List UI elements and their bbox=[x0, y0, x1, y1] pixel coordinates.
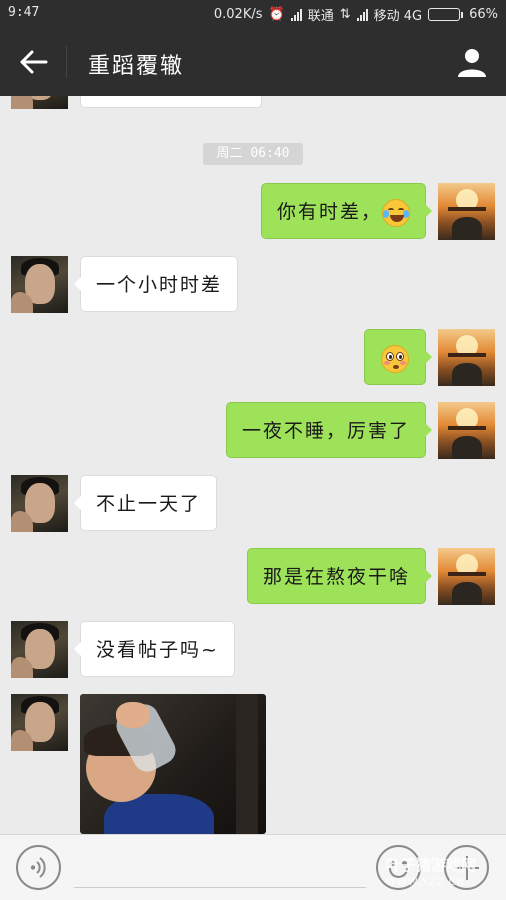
friend-avatar[interactable] bbox=[11, 694, 68, 751]
flushed-face-emoji-icon bbox=[381, 344, 409, 373]
friend-avatar[interactable] bbox=[11, 256, 68, 313]
message-bubble-incoming[interactable]: 不止一天了 bbox=[73, 475, 218, 531]
message-text: 一个小时时差 bbox=[96, 274, 223, 296]
friend-avatar[interactable] bbox=[11, 621, 68, 678]
battery-icon bbox=[428, 8, 464, 21]
back-arrow-icon[interactable] bbox=[18, 48, 50, 76]
message-bubble-outgoing[interactable]: 一夜不睡，厉害了 bbox=[225, 402, 433, 458]
header-divider bbox=[66, 46, 67, 78]
message-bubble-outgoing[interactable]: 那是在熬夜干啥 bbox=[246, 548, 433, 604]
person-icon[interactable] bbox=[456, 46, 488, 78]
chat-title: 重蹈覆辙 bbox=[88, 54, 185, 79]
signal-icon bbox=[290, 8, 302, 21]
message-text: 那是在熬夜干啥 bbox=[262, 566, 410, 588]
friend-avatar[interactable] bbox=[11, 475, 68, 532]
my-avatar[interactable] bbox=[438, 402, 495, 459]
friend-avatar[interactable] bbox=[11, 96, 68, 109]
data-arrows-icon: ⇅ bbox=[339, 7, 351, 22]
message-text: 不止一天了 bbox=[96, 493, 202, 515]
my-avatar[interactable] bbox=[438, 183, 495, 240]
plus-icon[interactable] bbox=[444, 845, 489, 890]
alarm-icon: ⏰ bbox=[268, 7, 285, 22]
message-input[interactable] bbox=[74, 887, 366, 888]
signal-icon-2 bbox=[356, 8, 368, 21]
message-text: 没看帖子吗~ bbox=[96, 639, 219, 661]
message-text: 一夜不睡，厉害了 bbox=[241, 420, 410, 442]
my-avatar[interactable] bbox=[438, 548, 495, 605]
status-right-cluster: 0.02K/s ⏰ 联通 ⇅ 移动 4G 66% bbox=[214, 5, 498, 24]
tears-of-joy-emoji-icon bbox=[382, 198, 410, 227]
message-text: 你有时差， bbox=[276, 201, 382, 223]
chat-header: 重蹈覆辙 bbox=[0, 28, 506, 96]
emoji-icon[interactable] bbox=[376, 845, 421, 890]
carrier-1: 联通 bbox=[307, 9, 334, 24]
message-bubble-incoming[interactable]: 一个小时时差 bbox=[73, 256, 239, 312]
message-bubble-outgoing[interactable] bbox=[364, 329, 432, 385]
status-bar: 9:47 0.02K/s ⏰ 联通 ⇅ 移动 4G 66% bbox=[0, 0, 506, 28]
network-speed: 0.02K/s bbox=[213, 7, 263, 22]
cropped-message-bubble[interactable] bbox=[80, 96, 262, 108]
message-bubble-outgoing[interactable]: 你有时差， bbox=[260, 183, 433, 239]
chat-timestamp: 周二 06:40 bbox=[203, 143, 303, 165]
image-message[interactable] bbox=[80, 694, 266, 834]
carrier-2: 移动 4G bbox=[373, 9, 423, 24]
status-time: 9:47 bbox=[8, 5, 40, 20]
my-avatar[interactable] bbox=[438, 329, 495, 386]
input-bar bbox=[0, 834, 506, 900]
battery-percent: 66% bbox=[469, 7, 498, 22]
voice-icon[interactable] bbox=[16, 845, 61, 890]
chat-area[interactable]: 周二 06:40 你有时差， 一个小时时差 一夜不睡，厉害了 不止一天了 那是在… bbox=[0, 96, 506, 834]
message-bubble-incoming[interactable]: 没看帖子吗~ bbox=[74, 621, 235, 677]
